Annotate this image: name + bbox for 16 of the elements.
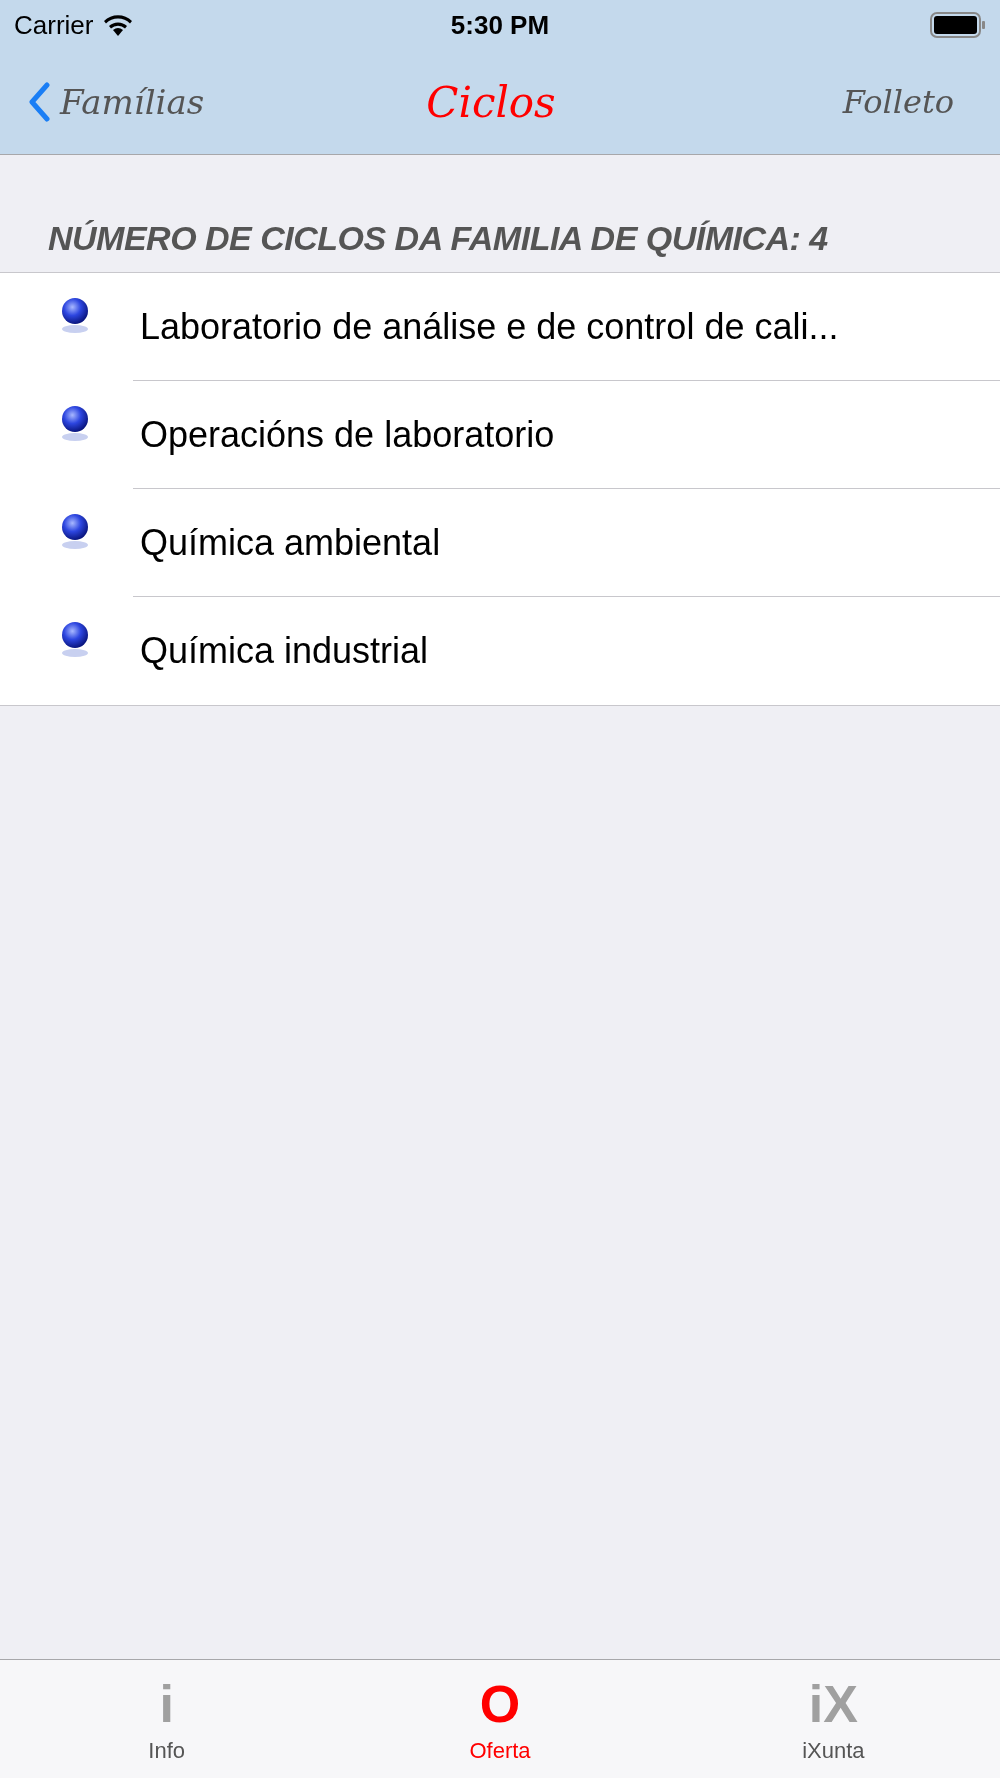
tab-button[interactable]: O Oferta: [333, 1660, 667, 1778]
tab-button[interactable]: iX iXunta: [666, 1660, 1000, 1778]
back-button[interactable]: Famílias: [28, 82, 268, 122]
carrier-name: Carrier: [14, 9, 94, 41]
cycle-name[interactable]: Química industrial: [140, 630, 429, 672]
nav-title: Ciclos: [426, 77, 556, 127]
tab-button[interactable]: i Info: [0, 1660, 334, 1778]
clock-time: 5:30 PM: [450, 9, 550, 41]
brochure-button[interactable]: Folleto: [714, 83, 954, 121]
wifi-icon: [103, 14, 134, 36]
chevron-left-icon: [28, 82, 50, 122]
battery-icon: [930, 12, 986, 38]
cycle-name[interactable]: Operacións de laboratorio: [140, 414, 555, 456]
cycle-name[interactable]: Química ambiental: [140, 522, 441, 564]
cycle-name[interactable]: Laboratorio de análise e de control de cali...: [140, 306, 839, 348]
back-label: Famílias: [60, 82, 205, 122]
